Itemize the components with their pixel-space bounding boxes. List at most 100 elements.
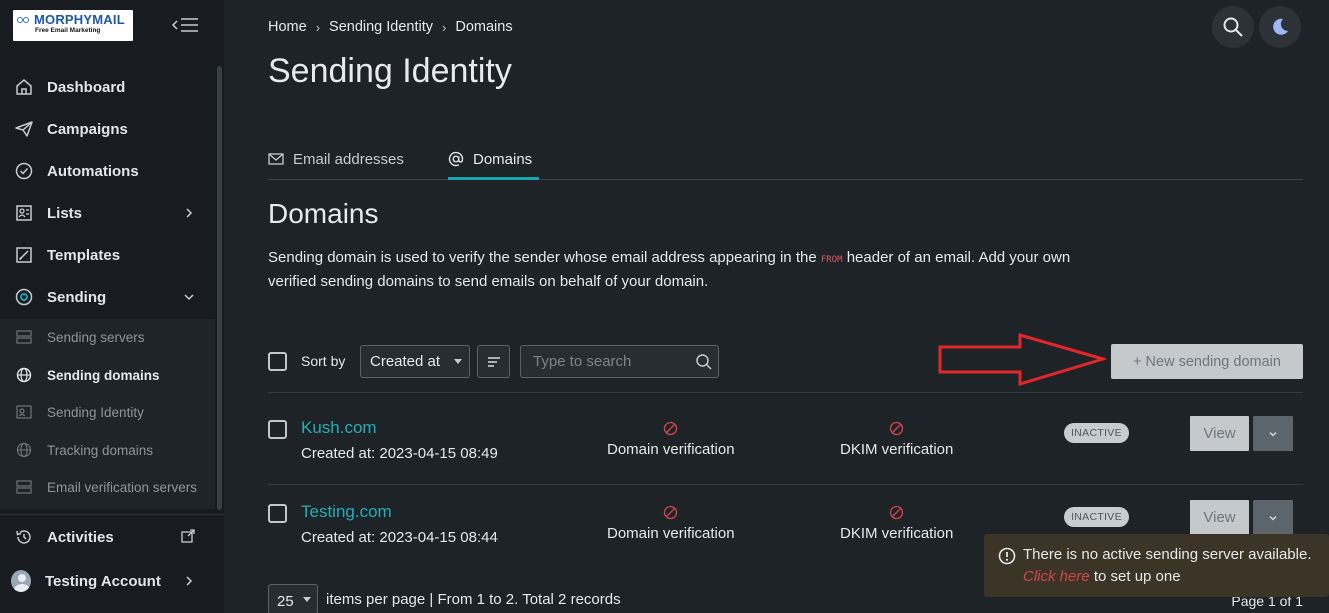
chevron-right-icon [183,206,195,218]
search-input[interactable] [521,346,691,377]
sidebar-item-lists[interactable]: Lists [0,193,215,233]
paper-plane-icon [14,119,34,139]
collapse-sidebar-icon[interactable] [170,14,200,36]
tab-email-addresses[interactable]: Email addresses [268,148,404,170]
page-title: Sending Identity [268,52,512,90]
toast-setup-link[interactable]: Click here [1023,568,1090,585]
sidebar-subitem-email-verification-servers[interactable]: Email verification servers [0,469,215,505]
status-badge: INACTIVE [1064,423,1129,443]
verification-label: DKIM verification [840,441,954,458]
not-verified-icon [664,505,678,520]
toast-text: to set up one [1089,568,1181,585]
row-checkbox[interactable] [268,504,287,523]
sidebar-subitem-sending-identity[interactable]: Sending Identity [0,394,215,430]
identity-card-icon [14,402,34,422]
dkim-verification-status: DKIM verification [840,421,953,458]
sidebar-item-sending[interactable]: Sending [0,277,215,317]
sidebar-item-templates[interactable]: Templates [0,235,215,275]
not-verified-icon [890,505,904,520]
external-link-icon [181,529,195,543]
status-badge: INACTIVE [1064,507,1129,527]
created-at: Created at: 2023-04-15 08:49 [301,445,498,462]
chevron-down-icon [1269,515,1277,521]
home-icon [14,77,34,97]
sort-direction-button[interactable] [477,345,510,378]
sort-select-value: Created at [370,353,441,370]
search-icon [1223,17,1243,37]
sidebar-divider [0,514,224,515]
chevron-down-icon [1269,431,1277,437]
tabs: Email addresses Domains [268,140,1303,180]
search-field [520,345,719,378]
logo-tagline: Free Email Marketing [35,27,101,34]
shield-check-icon [14,161,34,181]
active-tab-indicator [448,177,539,180]
not-verified-icon [664,421,678,436]
warning-toast: There is no active sending server availa… [984,534,1329,597]
sidebar-scrollbar[interactable] [217,66,222,510]
domain-verification-status: Domain verification [607,505,735,542]
sidebar: MORPHYMAIL Free Email Marketing Dashboar… [0,0,224,613]
sidebar-subitem-sending-servers[interactable]: Sending servers [0,319,215,355]
server-icon [14,477,34,497]
annotation-arrow-icon [938,333,1106,387]
sending-submenu: Sending servers Sending domains Sending … [0,319,215,509]
app-logo[interactable]: MORPHYMAIL Free Email Marketing [13,10,133,41]
row-checkbox[interactable] [268,420,287,439]
sort-select[interactable]: Created at [360,345,470,378]
sending-gear-icon [14,287,34,307]
not-verified-icon [890,421,904,436]
dark-mode-toggle[interactable] [1259,6,1301,48]
breadcrumb-sending-identity[interactable]: Sending Identity [329,19,433,35]
sidebar-item-label: Dashboard [47,78,126,96]
row-actions-dropdown[interactable] [1253,500,1293,535]
records-summary: items per page | From 1 to 2. Total 2 re… [326,591,621,608]
sidebar-item-label: Activities [47,528,114,546]
sidebar-item-account[interactable]: Testing Account [0,561,215,601]
server-icon [14,327,34,347]
template-pen-icon [14,245,34,265]
dkim-verification-status: DKIM verification [840,505,953,542]
breadcrumb-home[interactable]: Home [268,19,307,35]
per-page-select[interactable]: 25 [268,584,318,613]
logo-mark-icon [17,15,31,25]
sidebar-subitem-tracking-domains[interactable]: Tracking domains [0,432,215,468]
chevron-down-icon [183,290,195,302]
sidebar-item-activities[interactable]: Activities [0,517,215,557]
search-button[interactable] [1212,6,1254,48]
sidebar-item-dashboard[interactable]: Dashboard [0,67,215,107]
globe-icon [14,365,34,385]
sort-lines-icon [487,356,500,367]
sidebar-subitem-sending-domains[interactable]: Sending domains [0,357,215,393]
view-button[interactable]: View [1190,500,1249,535]
sidebar-subitem-label: Tracking domains [47,442,154,458]
view-button[interactable]: View [1190,416,1249,451]
logo-text: MORPHYMAIL [34,12,125,27]
avatar [11,570,31,592]
row-divider [268,392,1303,393]
sidebar-subitem-label: Email verification servers [47,479,198,495]
sidebar-subitem-label: Sending Identity [47,404,144,420]
verification-label: Domain verification [607,525,735,542]
chevron-right-icon [183,574,195,586]
moon-icon [1273,18,1288,35]
sidebar-item-label: Sending [47,288,107,306]
tab-domains[interactable]: Domains [448,148,532,170]
alert-circle-icon [998,547,1016,565]
sidebar-item-automations[interactable]: Automations [0,151,215,191]
at-sign-icon [448,151,464,167]
sidebar-item-label: Automations [47,162,139,180]
list-toolbar: Sort by Created at + New sending domain [268,344,1303,379]
sidebar-item-campaigns[interactable]: Campaigns [0,109,215,149]
domain-name-link[interactable]: Kush.com [301,418,377,438]
breadcrumb-domains: Domains [455,19,513,35]
new-sending-domain-button[interactable]: + New sending domain [1111,344,1303,379]
caret-down-icon [303,597,311,602]
caret-down-icon [454,359,462,364]
domain-name-link[interactable]: Testing.com [301,502,392,522]
row-actions-dropdown[interactable] [1253,416,1293,451]
per-page-value: 25 [277,593,294,610]
domain-verification-status: Domain verification [607,421,735,458]
table-row: Kush.com Created at: 2023-04-15 08:49 Do… [268,407,1303,491]
select-all-checkbox[interactable] [268,352,287,371]
